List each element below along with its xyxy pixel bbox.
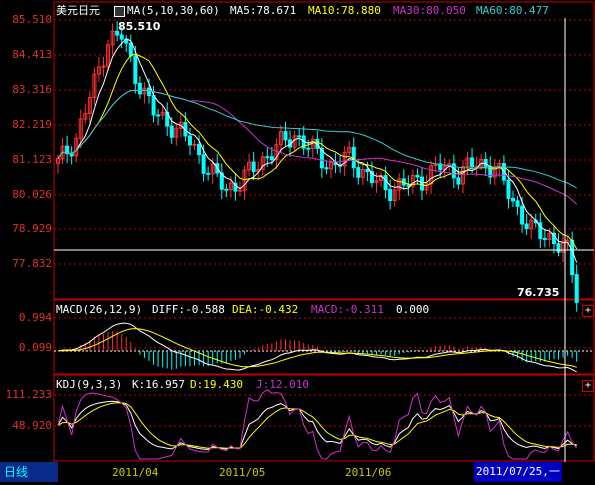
candle-body bbox=[206, 172, 211, 175]
candle-body bbox=[351, 146, 356, 169]
macd-expand-button[interactable]: + bbox=[582, 305, 594, 317]
candle-body bbox=[187, 135, 192, 146]
x-axis-label: 2011/04 bbox=[112, 466, 159, 479]
candle-body bbox=[265, 156, 270, 159]
candle-body bbox=[356, 167, 361, 178]
price-tick: 85.510 bbox=[12, 13, 52, 26]
kdj-k-line bbox=[57, 400, 577, 451]
candle-body bbox=[365, 168, 370, 173]
macd-params: MACD(26,12,9) bbox=[56, 303, 143, 316]
period-tab-daily[interactable]: 日线 bbox=[0, 462, 58, 482]
ma-params-label: MA(5,10,30,60) bbox=[127, 4, 220, 17]
macd-diff-label: DIFF:-0.588 bbox=[152, 303, 225, 316]
price-tick: 82.219 bbox=[12, 118, 52, 131]
ma30-label: MA30:80.050 bbox=[393, 4, 466, 17]
candle-body bbox=[524, 223, 529, 230]
candle-body bbox=[511, 197, 515, 202]
candle-body bbox=[192, 143, 197, 146]
kdj-d-label: D:19.430 bbox=[190, 378, 243, 391]
candle-body bbox=[119, 34, 124, 40]
ma-settings-icon[interactable] bbox=[114, 5, 125, 17]
candle-body bbox=[197, 143, 202, 156]
candle-body bbox=[169, 125, 174, 138]
candle-body bbox=[456, 177, 461, 185]
candle-body bbox=[515, 200, 520, 207]
high-price-label: 85.510 bbox=[118, 20, 161, 33]
kdj-j-line bbox=[57, 389, 578, 460]
candle-body bbox=[420, 176, 424, 191]
candles bbox=[56, 21, 579, 312]
candle-body bbox=[324, 167, 329, 170]
candle-body bbox=[520, 205, 525, 225]
macd-tick: 0.994 bbox=[18, 311, 52, 324]
macd-value-label: MACD:-0.311 bbox=[311, 303, 384, 316]
cursor-date-label: 2011/07/25,一 bbox=[474, 462, 562, 482]
kdj-lines bbox=[57, 389, 578, 460]
price-tick: 77.832 bbox=[12, 257, 52, 270]
kdj-tick: 111.233 bbox=[5, 388, 52, 401]
candle-body bbox=[133, 55, 138, 84]
ma-params: MA(5,10,30,60) bbox=[114, 4, 220, 17]
candle-body bbox=[406, 184, 411, 187]
candle-body bbox=[506, 179, 511, 199]
macd-dea-label: DEA:-0.432 bbox=[232, 303, 299, 316]
x-axis-label: 2011/05 bbox=[219, 466, 266, 479]
ma60-label: MA60:80.477 bbox=[476, 4, 549, 17]
candle-body bbox=[283, 131, 288, 141]
candle-body bbox=[570, 239, 575, 276]
price-tick: 81.123 bbox=[12, 153, 52, 166]
price-tick: 78.929 bbox=[12, 222, 52, 235]
kdj-params: KDJ(9,3,3) bbox=[56, 378, 123, 391]
candle-body bbox=[201, 154, 206, 174]
candle-body bbox=[147, 87, 151, 97]
kdj-k-label: K:16.957 bbox=[132, 378, 185, 391]
ma5-label: MA5:78.671 bbox=[230, 4, 297, 17]
chart-title: 美元日元 bbox=[56, 4, 100, 17]
price-tick: 84.413 bbox=[12, 48, 52, 61]
candle-body bbox=[383, 175, 388, 191]
candle-body bbox=[128, 42, 133, 57]
candle-body bbox=[306, 147, 311, 150]
candle-body bbox=[470, 157, 475, 168]
candle-body bbox=[101, 65, 106, 68]
candle-body bbox=[542, 237, 547, 240]
candle-body bbox=[556, 243, 561, 253]
candle-body bbox=[224, 188, 229, 191]
candle-body bbox=[137, 82, 142, 95]
candle-body bbox=[269, 156, 274, 161]
candle-body bbox=[297, 135, 302, 138]
ma10-label: MA10:78.880 bbox=[308, 4, 381, 17]
kdj-expand-button[interactable]: + bbox=[582, 380, 594, 392]
x-axis-label: 2011/06 bbox=[345, 466, 392, 479]
candle-body bbox=[151, 95, 156, 116]
price-tick: 80.026 bbox=[12, 188, 52, 201]
price-tick: 83.316 bbox=[12, 83, 52, 96]
candle-body bbox=[251, 161, 256, 172]
kdj-j-label: J:12.010 bbox=[256, 378, 309, 391]
candle-body bbox=[415, 174, 420, 178]
low-price-label: 76.735 bbox=[517, 286, 560, 299]
candle-body bbox=[574, 274, 579, 303]
candle-body bbox=[388, 189, 393, 201]
chart-canvas bbox=[53, 1, 595, 462]
macd-tick: 0.099 bbox=[18, 341, 52, 354]
candle-body bbox=[156, 114, 161, 117]
macd-extra-label: 0.000 bbox=[396, 303, 430, 316]
kdj-tick: 48.920 bbox=[12, 419, 52, 432]
